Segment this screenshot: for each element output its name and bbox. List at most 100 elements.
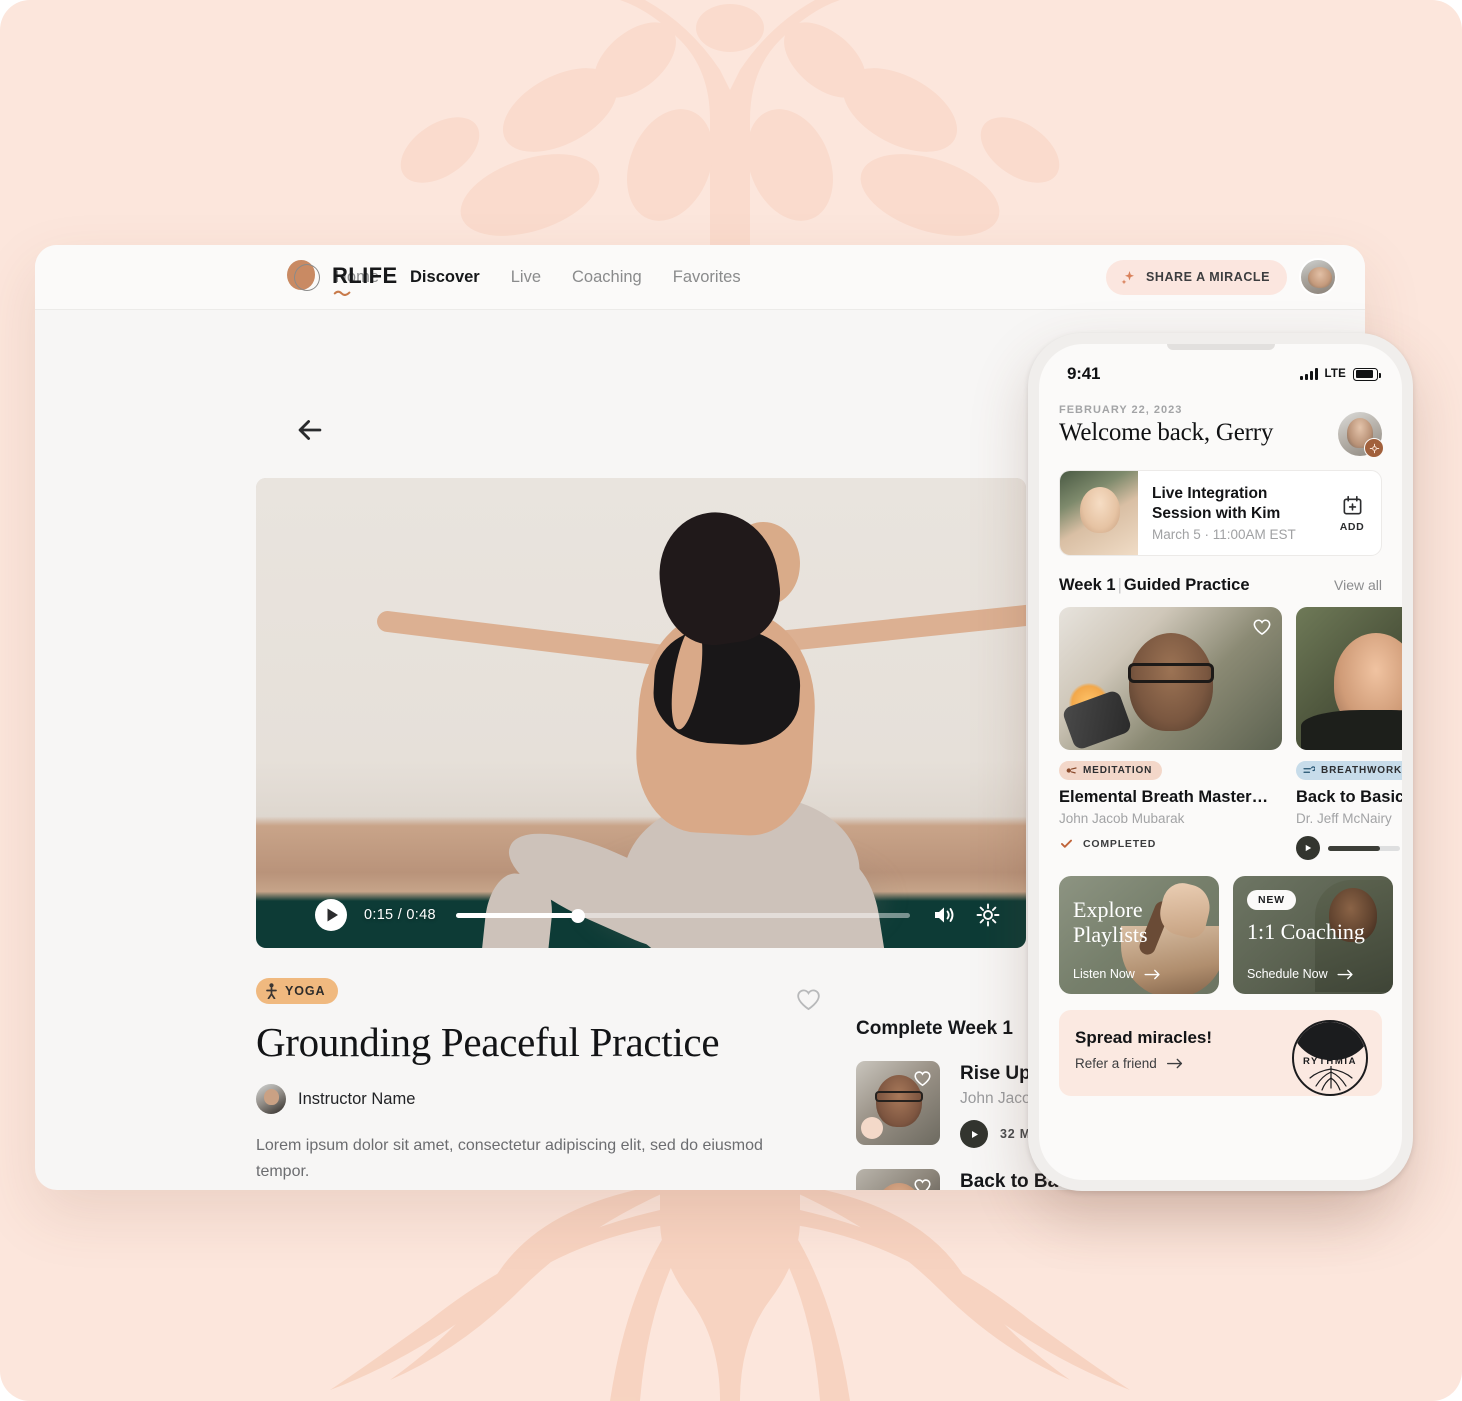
nav-link-coaching[interactable]: Coaching xyxy=(572,268,642,287)
lesson-meta: YOGA Grounding Peaceful Practice Instruc… xyxy=(256,978,812,1190)
arrow-right-icon xyxy=(1337,969,1353,979)
practice-thumbnail[interactable] xyxy=(1296,607,1402,750)
heart-icon[interactable] xyxy=(913,1069,932,1088)
share-a-miracle-button[interactable]: SHARE A MIRACLE xyxy=(1106,259,1287,295)
lesson-thumbnail[interactable] xyxy=(856,1061,940,1145)
tree-pattern-top xyxy=(380,0,1080,250)
brand-squiggle-icon xyxy=(333,290,351,296)
calendar-plus-icon xyxy=(1343,495,1361,514)
refer-a-friend-banner[interactable]: Spread miracles! Refer a friend RYTHMIA xyxy=(1059,1010,1382,1096)
practice-card-list: MEDITATION Elemental Breath Master… John… xyxy=(1059,607,1402,860)
profile-avatar-group xyxy=(1338,412,1384,458)
page-canvas: RLIFE Home Discover Live Coaching Favori… xyxy=(0,0,1462,1401)
page-title: Grounding Peaceful Practice xyxy=(256,1019,720,1065)
lesson-description: Lorem ipsum dolor sit amet, consectetur … xyxy=(256,1137,763,1180)
play-icon[interactable] xyxy=(314,898,348,932)
section-title-divider: | xyxy=(1117,576,1122,594)
practice-thumbnail[interactable] xyxy=(1059,607,1282,750)
instructor-name: Instructor Name xyxy=(298,1089,416,1108)
network-label: LTE xyxy=(1324,368,1346,380)
heart-icon[interactable] xyxy=(913,1177,932,1190)
view-all-link[interactable]: View all xyxy=(1334,577,1382,593)
coaching-tile[interactable]: NEW 1:1 Coaching Schedule Now xyxy=(1233,876,1393,994)
promo-title: Explore Playlists xyxy=(1073,897,1148,947)
battery-icon xyxy=(1353,367,1381,381)
phone-screen: 9:41 LTE FEBRUARY 22, 2023 Welcome back,… xyxy=(1039,344,1402,1180)
video-frame xyxy=(256,478,1026,948)
section-header: Week 1 | Guided Practice View all xyxy=(1059,576,1382,595)
greeting-row: Welcome back, Gerry xyxy=(1059,412,1384,458)
instructor-row: Instructor Name xyxy=(256,1084,812,1115)
section-title: Week 1 | Guided Practice xyxy=(1059,576,1250,595)
phone-status-bar: 9:41 LTE xyxy=(1039,344,1402,394)
phone-notch xyxy=(1166,344,1275,350)
add-to-calendar-button[interactable]: ADD xyxy=(1329,494,1381,533)
nav-link-discover[interactable]: Discover xyxy=(410,268,480,287)
practice-card[interactable]: MEDITATION Elemental Breath Master… John… xyxy=(1059,607,1282,860)
refer-cta-label: Refer a friend xyxy=(1075,1056,1157,1071)
practice-author: John Jacob Mubarak xyxy=(1059,811,1185,826)
lesson-thumbnail[interactable] xyxy=(856,1169,940,1190)
practice-card[interactable]: BREATHWORK Back to Basic Dr. Jeff McNair… xyxy=(1296,607,1402,860)
add-label: ADD xyxy=(1339,520,1365,533)
practice-author: Dr. Jeff McNairy xyxy=(1296,811,1392,826)
brand-logo-text: RLIFE xyxy=(332,263,398,288)
play-icon[interactable] xyxy=(1296,836,1320,860)
nav-link-favorites[interactable]: Favorites xyxy=(673,268,741,287)
gear-icon[interactable] xyxy=(1364,438,1384,458)
promo-cta[interactable]: Listen Now xyxy=(1073,967,1161,981)
video-player[interactable]: 0:15 / 0:48 xyxy=(256,478,1026,948)
signal-bars-icon xyxy=(1299,368,1318,380)
gear-icon[interactable] xyxy=(974,901,1002,929)
new-badge: NEW xyxy=(1247,890,1296,910)
completed-status: COMPLETED xyxy=(1059,836,1282,851)
brand-logo[interactable]: RLIFE xyxy=(287,259,398,296)
heart-icon[interactable] xyxy=(795,986,822,1013)
status-right-group: LTE xyxy=(1299,367,1381,381)
promo-tiles: Explore Playlists Listen Now NEW 1:1 Coa… xyxy=(1059,876,1393,994)
heart-icon[interactable] xyxy=(1252,617,1272,637)
badge-label: BREATHWORK xyxy=(1321,765,1402,776)
promo-cta-label: Listen Now xyxy=(1073,967,1135,981)
practice-progress-row: 21 l xyxy=(1296,836,1402,860)
play-icon[interactable] xyxy=(960,1120,988,1148)
badge-label: MEDITATION xyxy=(1083,765,1153,776)
section-title-week: Week 1 xyxy=(1059,576,1116,594)
sparkle-icon xyxy=(1121,270,1134,284)
promo-cta[interactable]: Schedule Now xyxy=(1247,967,1354,981)
brand-wordmark: RLIFE xyxy=(332,263,398,296)
video-progress-bar[interactable] xyxy=(455,908,910,923)
volume-icon[interactable] xyxy=(930,901,958,929)
meditation-icon xyxy=(861,1117,883,1139)
greeting-date: FEBRUARY 22, 2023 xyxy=(1059,404,1183,416)
yoga-pose-icon xyxy=(266,983,277,999)
share-button-label: SHARE A MIRACLE xyxy=(1146,270,1270,284)
video-timecode: 0:15 / 0:48 xyxy=(364,907,436,923)
nav-link-live[interactable]: Live xyxy=(511,268,541,287)
status-time: 9:41 xyxy=(1067,364,1101,383)
breathwork-badge: BREATHWORK xyxy=(1296,761,1402,780)
rlife-seed-logo-icon xyxy=(287,259,321,293)
practice-title: Back to Basic xyxy=(1296,788,1402,806)
section-title-practice: Guided Practice xyxy=(1123,576,1250,594)
phone-content: FEBRUARY 22, 2023 Welcome back, Gerry Li… xyxy=(1039,404,1402,1096)
greeting-text: Welcome back, Gerry xyxy=(1059,419,1274,446)
nav-right-group: SHARE A MIRACLE xyxy=(1106,258,1337,296)
rythmia-tree-logo-icon: RYTHMIA xyxy=(1292,1020,1368,1096)
status-label: COMPLETED xyxy=(1083,837,1157,850)
user-avatar[interactable] xyxy=(1299,258,1337,296)
breathwork-icon xyxy=(1303,766,1315,773)
phone-mockup: 9:41 LTE FEBRUARY 22, 2023 Welcome back,… xyxy=(1028,333,1413,1191)
instructor-photo xyxy=(1060,471,1138,555)
meditation-icon xyxy=(1066,767,1077,774)
progress-bar[interactable] xyxy=(1328,845,1400,851)
live-session-card[interactable]: Live Integration Session with Kim March … xyxy=(1059,470,1382,556)
roots-icon xyxy=(1309,1066,1353,1091)
arrow-right-icon xyxy=(1166,1058,1182,1069)
explore-playlists-tile[interactable]: Explore Playlists Listen Now xyxy=(1059,876,1219,994)
practice-title: Elemental Breath Master… xyxy=(1059,788,1269,806)
top-navigation-bar: RLIFE Home Discover Live Coaching Favori… xyxy=(35,245,1365,310)
back-arrow-icon[interactable] xyxy=(293,413,327,447)
yoga-category-badge[interactable]: YOGA xyxy=(256,978,339,1004)
arrow-right-icon xyxy=(1144,969,1160,979)
